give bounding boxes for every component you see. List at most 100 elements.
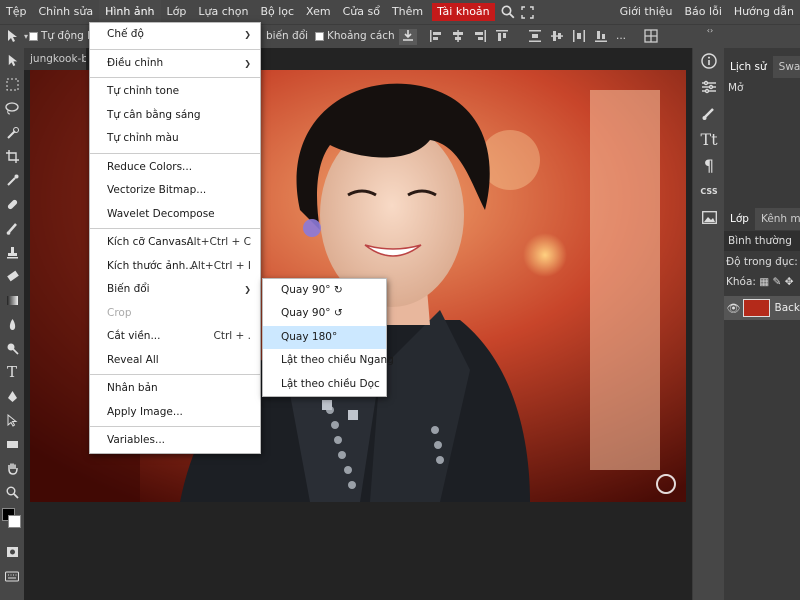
shape-tool-icon[interactable] — [0, 432, 24, 456]
hand-tool-icon[interactable] — [0, 456, 24, 480]
marquee-tool-icon[interactable] — [0, 72, 24, 96]
lock-pixels-icon[interactable]: ✎ — [773, 276, 782, 288]
character-icon[interactable]: Tt — [693, 126, 725, 152]
pen-tool-icon[interactable] — [0, 384, 24, 408]
distribute-horizontal-icon[interactable] — [571, 29, 587, 45]
gradient-tool-icon[interactable] — [0, 288, 24, 312]
text-tool-icon[interactable]: T — [0, 360, 24, 384]
menu-item[interactable]: Kích cỡ Canvas... Alt+Ctrl + C — [90, 231, 260, 255]
lock-transparency-icon[interactable]: ▦ — [759, 276, 769, 288]
eraser-tool-icon[interactable] — [0, 264, 24, 288]
rotate-90-cw-item[interactable]: Quay 90° ↻ — [263, 279, 386, 302]
download-icon[interactable] — [399, 29, 417, 45]
opacity-control: Độ trong đục: 10 — [724, 252, 800, 272]
tab-swatches[interactable]: Swatc — [773, 56, 800, 78]
menu-item[interactable]: Điều chỉnh ❯ — [90, 52, 260, 76]
adjustments-icon[interactable] — [693, 74, 725, 100]
more-options-button[interactable]: ... — [616, 30, 626, 42]
path-select-tool-icon[interactable] — [0, 408, 24, 432]
align-bottom-icon[interactable] — [593, 29, 609, 45]
menu-guide[interactable]: Hướng dẫn — [728, 0, 800, 24]
align-top-icon[interactable] — [494, 29, 510, 45]
menu-window[interactable]: Cửa sổ — [337, 0, 386, 24]
tab-channels[interactable]: Kênh mà — [755, 208, 800, 230]
auto-select-checkbox[interactable] — [29, 31, 38, 41]
blend-mode-select[interactable]: Bình thường — [724, 231, 800, 251]
layer-row[interactable]: 👁 Back — [724, 296, 800, 320]
align-left-icon[interactable] — [428, 29, 444, 45]
search-icon[interactable] — [498, 0, 518, 24]
tab-history[interactable]: Lịch sử — [724, 56, 773, 78]
paragraph-icon[interactable]: ¶ — [693, 152, 725, 178]
menu-filter[interactable]: Bộ lọc — [254, 0, 300, 24]
document-tab[interactable]: jungkook-bts — [24, 48, 86, 70]
menu-select[interactable]: Lựa chọn — [192, 0, 254, 24]
info-icon[interactable] — [693, 48, 725, 74]
menu-item[interactable]: Tự chỉnh màu — [90, 127, 260, 151]
menu-item[interactable]: Tự cân bằng sáng — [90, 104, 260, 128]
menu-item[interactable]: Apply Image... — [90, 401, 260, 425]
lock-position-icon[interactable]: ✥ — [785, 276, 794, 288]
distance-checkbox[interactable] — [315, 31, 324, 41]
menu-report-bug[interactable]: Báo lỗi — [679, 0, 728, 24]
dodge-tool-icon[interactable] — [0, 336, 24, 360]
blur-tool-icon[interactable] — [0, 312, 24, 336]
color-swatches[interactable] — [0, 504, 24, 540]
quick-mask-icon[interactable] — [0, 540, 24, 564]
menu-item[interactable]: Variables... — [90, 429, 260, 453]
healing-tool-icon[interactable] — [0, 192, 24, 216]
account-button[interactable]: Tài khoản — [432, 3, 495, 21]
menu-item-label: Wavelet Decompose — [107, 207, 215, 220]
menu-image[interactable]: Hình ảnh — [99, 0, 161, 24]
rotate-180-item[interactable]: Quay 180° — [263, 325, 386, 350]
menu-item[interactable]: Cắt viền... Ctrl + . — [90, 325, 260, 349]
visibility-eye-icon[interactable]: 👁 — [724, 302, 743, 315]
menu-about[interactable]: Giới thiệu — [614, 0, 679, 24]
align-right-icon[interactable] — [472, 29, 488, 45]
move-tool-icon[interactable] — [0, 48, 24, 72]
brush-settings-icon[interactable] — [693, 100, 725, 126]
menu-edit[interactable]: Chỉnh sửa — [32, 0, 99, 24]
align-center-icon[interactable] — [450, 29, 466, 45]
menu-item-label: Reduce Colors... — [107, 160, 193, 173]
image-icon[interactable] — [693, 204, 725, 230]
menu-file[interactable]: Tệp — [0, 0, 32, 24]
menu-more[interactable]: Thêm — [386, 0, 429, 24]
menu-item[interactable]: Reduce Colors... — [90, 156, 260, 180]
grid-icon[interactable] — [643, 29, 659, 45]
flip-horizontal-item[interactable]: Lật theo chiều Ngang — [263, 349, 394, 372]
menu-item[interactable]: Vectorize Bitmap... — [90, 179, 260, 203]
distribute-vertical-icon[interactable] — [527, 29, 543, 45]
eyedropper-tool-icon[interactable] — [0, 168, 24, 192]
menu-item-label: Tự chỉnh tone — [107, 85, 180, 97]
clone-stamp-tool-icon[interactable] — [0, 240, 24, 264]
background-color[interactable] — [8, 515, 21, 528]
menu-item[interactable]: Kích thước ảnh... Alt+Ctrl + I — [90, 255, 260, 279]
zoom-tool-icon[interactable] — [0, 480, 24, 504]
menu-bar: Tệp Chỉnh sửa Hình ảnh Lớp Lựa chọn Bộ l… — [0, 0, 800, 24]
tab-layers[interactable]: Lớp — [724, 208, 755, 230]
distribute-middle-icon[interactable] — [549, 29, 565, 45]
menu-separator — [90, 374, 260, 375]
keyboard-icon[interactable] — [0, 564, 24, 588]
brush-tool-icon[interactable] — [0, 216, 24, 240]
menu-item[interactable]: Reveal All — [90, 349, 260, 373]
menu-item[interactable]: Biến đổi ❯ — [90, 278, 260, 302]
flip-vertical-item[interactable]: Lật theo chiều Dọc — [263, 373, 386, 396]
transform-controls-option[interactable]: biến đổi — [266, 30, 308, 42]
menu-item[interactable]: Wavelet Decompose — [90, 203, 260, 227]
rotate-90-ccw-item[interactable]: Quay 90° ↺ — [263, 302, 386, 325]
panel-expand-icon[interactable]: ‹› — [702, 23, 718, 39]
css-icon[interactable]: CSS — [693, 178, 725, 204]
menu-view[interactable]: Xem — [300, 0, 337, 24]
menu-item[interactable]: Tự chỉnh tone — [90, 80, 260, 104]
menu-layer[interactable]: Lớp — [161, 0, 193, 24]
quick-select-tool-icon[interactable] — [0, 120, 24, 144]
history-item-open[interactable]: Mở — [724, 78, 800, 98]
menu-item[interactable]: Chế độ ❯ — [90, 23, 260, 47]
distance-option[interactable]: Khoảng cách — [315, 30, 395, 42]
lasso-tool-icon[interactable] — [0, 96, 24, 120]
menu-item[interactable]: Nhân bản — [90, 377, 260, 401]
fullscreen-icon[interactable] — [518, 0, 538, 24]
crop-tool-icon[interactable] — [0, 144, 24, 168]
